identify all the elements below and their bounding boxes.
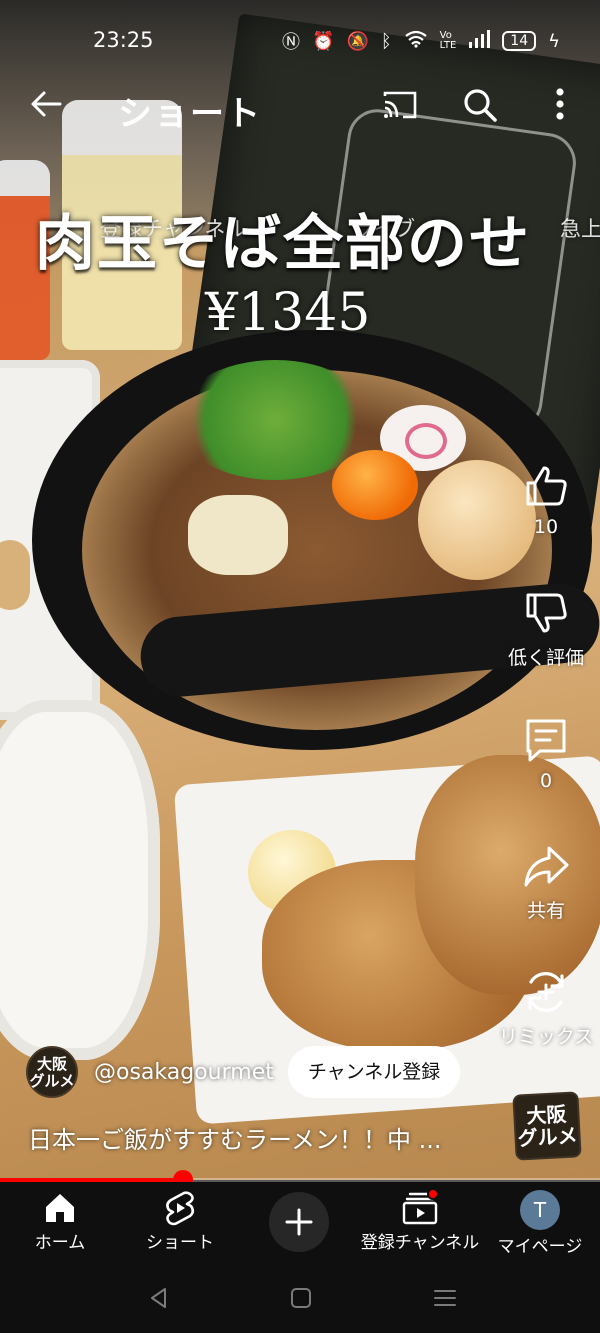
system-recents-icon[interactable] (431, 1284, 459, 1312)
channel-row: 大阪 グルメ @osakagourmet チャンネル登録 (26, 1046, 461, 1098)
home-icon (46, 1194, 74, 1222)
system-navigation-bar (0, 1262, 600, 1333)
share-button[interactable]: 共有 (491, 842, 600, 923)
thumbs-down-icon (526, 593, 567, 633)
plus-icon (285, 1208, 313, 1236)
nav-shorts[interactable]: ショート (120, 1190, 240, 1253)
rice-bowl (0, 700, 160, 1060)
battery-icon: 14 (502, 31, 537, 51)
sound-thumbnail-text: 大阪 グルメ (516, 1101, 579, 1151)
new-content-dot (427, 1188, 439, 1200)
garlic-topping (188, 495, 288, 575)
video-overlay-price: ¥1345 (205, 283, 371, 343)
dislike-button[interactable]: 低く評価 (491, 589, 600, 670)
system-back-icon[interactable] (145, 1284, 173, 1312)
dislike-label: 低く評価 (507, 647, 584, 669)
channel-avatar[interactable]: 大阪 グルメ (26, 1046, 78, 1098)
nav-mypage-label: マイページ (497, 1237, 583, 1257)
more-vert-icon[interactable] (546, 84, 574, 124)
channel-handle[interactable]: @osakagourmet (94, 1060, 274, 1085)
share-icon (524, 846, 569, 887)
sound-thumbnail[interactable]: 大阪 グルメ (512, 1091, 582, 1161)
remix-icon (528, 972, 564, 1012)
remix-label: リミックス (498, 1026, 594, 1048)
top-app-bar: ショート (0, 80, 600, 136)
channel-avatar-text: 大阪 グルメ (29, 1055, 75, 1090)
like-count: 10 (533, 516, 559, 538)
nav-home[interactable]: ホーム (0, 1190, 120, 1253)
nav-mypage[interactable]: T マイページ (480, 1190, 600, 1257)
status-icons: Ⓝ ⏰ 🔕 ᛒ Vo LTE 14 ϟ (282, 28, 560, 54)
bottom-navigation: ホーム ショート 登録チャンネル T マイページ (0, 1182, 600, 1262)
ghost-tab-trending: 急上 (560, 217, 600, 241)
video-caption[interactable]: 日本一ご飯がすすむラーメン！！中 ... (28, 1120, 498, 1155)
signal-icon (468, 29, 491, 53)
status-time: 23:25 (93, 28, 154, 52)
cast-icon[interactable] (382, 88, 418, 122)
status-bar: 23:25 Ⓝ ⏰ 🔕 ᛒ Vo LTE 14 ϟ (0, 0, 600, 80)
subscribe-button[interactable]: チャンネル登録 (287, 1046, 461, 1098)
nav-shorts-label: ショート (146, 1233, 214, 1253)
system-home-icon[interactable] (287, 1284, 315, 1312)
remix-button[interactable]: リミックス (491, 968, 600, 1049)
mute-icon: 🔕 (346, 30, 369, 52)
wifi-icon (404, 30, 428, 53)
gyoza (0, 540, 30, 610)
create-button[interactable] (269, 1192, 329, 1252)
comment-icon (526, 719, 566, 762)
share-label: 共有 (526, 900, 565, 922)
profile-avatar: T (520, 1190, 560, 1230)
shorts-icon (166, 1191, 195, 1226)
nav-subscriptions-label: 登録チャンネル (360, 1233, 480, 1253)
like-button[interactable]: 10 (491, 462, 600, 538)
comment-count: 0 (539, 770, 553, 792)
page-title: ショート (118, 94, 262, 134)
search-icon[interactable] (461, 86, 499, 124)
comments-button[interactable]: 0 (491, 716, 600, 792)
back-arrow-icon[interactable] (26, 84, 66, 124)
video-overlay-title: 肉玉そば全部のせ (35, 209, 531, 279)
nav-home-label: ホーム (34, 1233, 86, 1253)
nfc-icon: Ⓝ (282, 32, 301, 53)
charging-icon: ϟ (548, 30, 560, 52)
egg-yolk (332, 450, 418, 520)
nav-subscriptions[interactable]: 登録チャンネル (360, 1188, 480, 1253)
bluetooth-icon: ᛒ (380, 30, 392, 52)
thumbs-up-icon (526, 466, 567, 506)
alarm-icon: ⏰ (312, 30, 335, 52)
volte-icon: Vo LTE (439, 30, 457, 51)
